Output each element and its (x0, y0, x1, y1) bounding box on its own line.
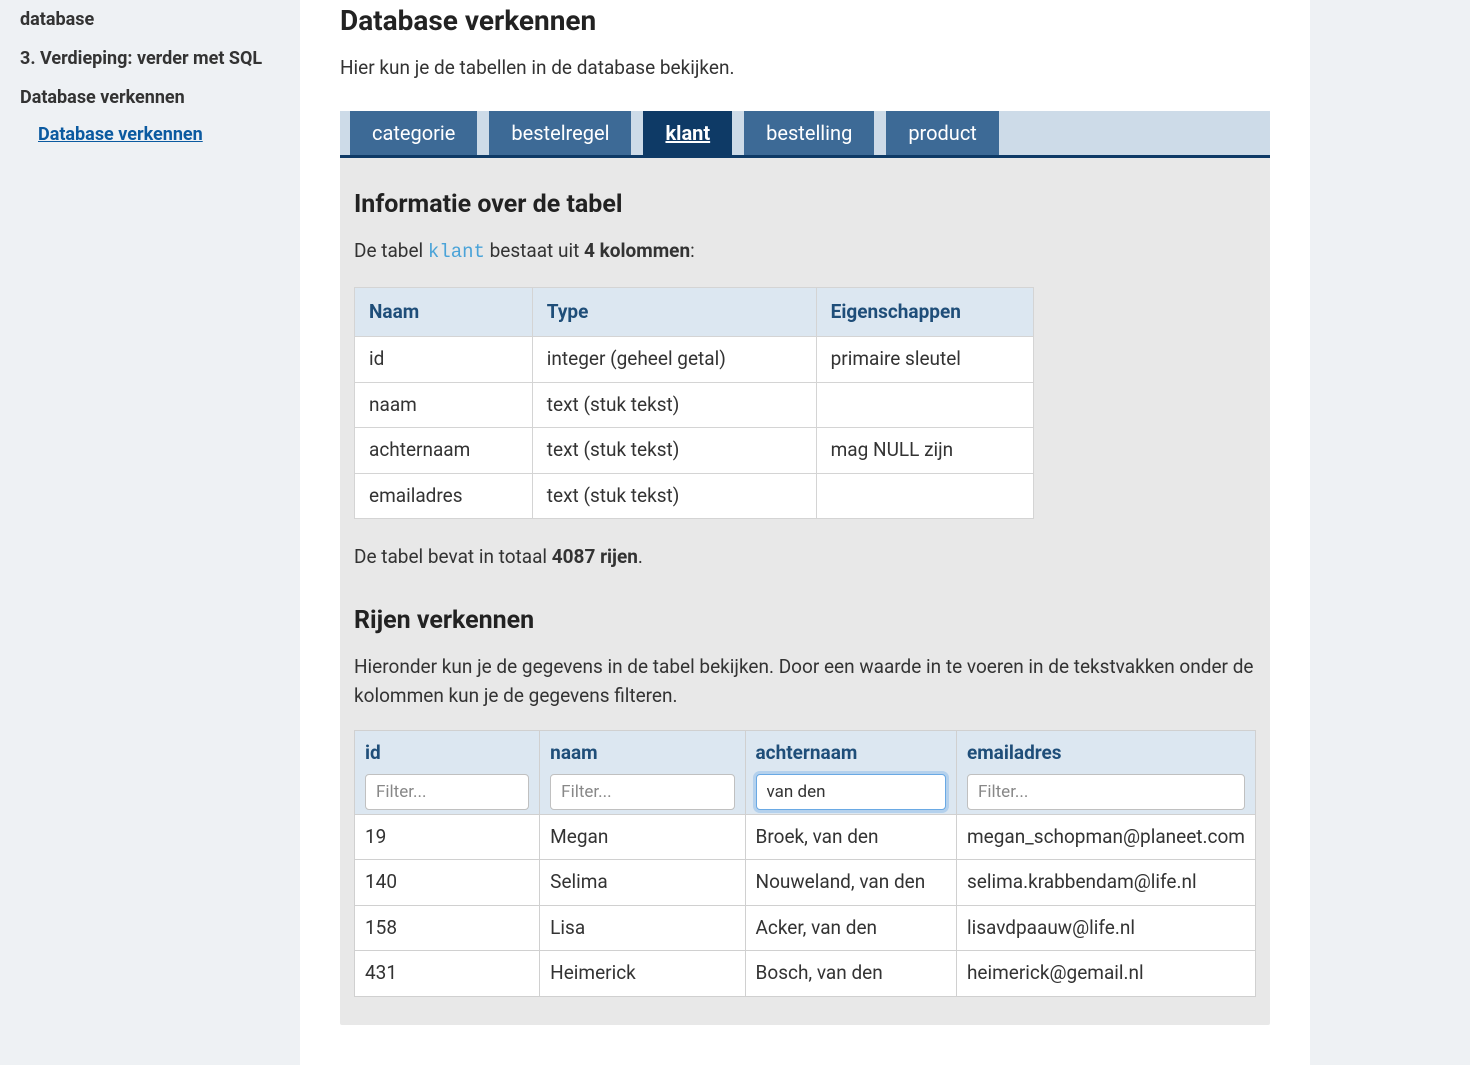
data-header-label: id (365, 741, 381, 764)
data-cell-achternaam: Broek, van den (745, 814, 956, 860)
tab-bestelregel[interactable]: bestelregel (489, 111, 631, 155)
schema-cell-eig (816, 382, 1033, 428)
sidebar: database 3. Verdieping: verder met SQL D… (0, 0, 300, 1065)
info-text-mid: bestaat uit (485, 239, 584, 262)
schema-row: id integer (geheel getal) primaire sleut… (355, 337, 1034, 383)
data-cell-id: 158 (355, 905, 540, 951)
filter-input-naam[interactable] (550, 774, 734, 810)
schema-row: emailadres text (stuk tekst) (355, 473, 1034, 519)
schema-cell-type: integer (geheel getal) (532, 337, 816, 383)
data-row: 19 Megan Broek, van den megan_schopman@p… (355, 814, 1256, 860)
schema-cell-eig: mag NULL zijn (816, 428, 1033, 474)
schema-header-eigenschappen: Eigenschappen (816, 287, 1033, 337)
schema-cell-naam: emailadres (355, 473, 533, 519)
filter-input-emailadres[interactable] (967, 774, 1245, 810)
data-cell-naam: Selima (540, 860, 745, 906)
schema-cell-type: text (stuk tekst) (532, 382, 816, 428)
data-cell-id: 140 (355, 860, 540, 906)
filter-input-id[interactable] (365, 774, 529, 810)
schema-header-naam: Naam (355, 287, 533, 337)
data-row: 158 Lisa Acker, van den lisavdpaauw@life… (355, 905, 1256, 951)
right-gutter (1310, 0, 1470, 1065)
data-cell-achternaam: Nouweland, van den (745, 860, 956, 906)
data-cell-emailadres: lisavdpaauw@life.nl (956, 905, 1255, 951)
sidebar-link-database-verkennen[interactable]: Database verkennen (38, 117, 203, 152)
schema-row: naam text (stuk tekst) (355, 382, 1034, 428)
data-cell-achternaam: Acker, van den (745, 905, 956, 951)
schema-row: achternaam text (stuk tekst) mag NULL zi… (355, 428, 1034, 474)
data-header-id: id (355, 731, 540, 815)
tabs-bar: categorie bestelregel klant bestelling p… (340, 111, 1270, 158)
filter-input-achternaam[interactable] (756, 774, 946, 810)
schema-cell-eig: primaire sleutel (816, 337, 1033, 383)
rowcount-prefix: De tabel bevat in totaal (354, 545, 552, 568)
tab-product[interactable]: product (886, 111, 999, 155)
data-cell-id: 19 (355, 814, 540, 860)
data-header-naam: naam (540, 731, 745, 815)
info-text-suffix: : (690, 239, 695, 262)
schema-cell-eig (816, 473, 1033, 519)
data-cell-emailadres: selima.krabbendam@life.nl (956, 860, 1255, 906)
rowcount-suffix: . (638, 545, 643, 568)
info-heading: Informatie over de tabel (354, 186, 1256, 224)
sidebar-item-verdieping[interactable]: 3. Verdieping: verder met SQL (20, 39, 280, 78)
page-intro: Hier kun je de tabellen in de database b… (340, 54, 1270, 83)
explore-intro: Hieronder kun je de gegevens in de tabel… (354, 653, 1256, 710)
data-header-achternaam: achternaam (745, 731, 956, 815)
data-cell-naam: Heimerick (540, 951, 745, 997)
sidebar-item-database[interactable]: database (20, 0, 280, 39)
data-table: id naam (354, 730, 1256, 997)
tab-categorie[interactable]: categorie (350, 111, 477, 155)
data-row: 140 Selima Nouweland, van den selima.kra… (355, 860, 1256, 906)
data-row: 431 Heimerick Bosch, van den heimerick@g… (355, 951, 1256, 997)
schema-cell-type: text (stuk tekst) (532, 428, 816, 474)
schema-cell-naam: naam (355, 382, 533, 428)
data-cell-id: 431 (355, 951, 540, 997)
info-table-name: klant (428, 241, 485, 263)
schema-cell-type: text (stuk tekst) (532, 473, 816, 519)
schema-header-type: Type (532, 287, 816, 337)
main-content: Database verkennen Hier kun je de tabell… (300, 0, 1310, 1065)
explore-heading: Rijen verkennen (354, 602, 1256, 640)
data-cell-naam: Lisa (540, 905, 745, 951)
data-cell-emailadres: megan_schopman@planeet.com (956, 814, 1255, 860)
schema-table: Naam Type Eigenschappen id integer (gehe… (354, 287, 1034, 520)
data-header-label: achternaam (756, 741, 858, 764)
data-header-label: emailadres (967, 741, 1062, 764)
database-panel: categorie bestelregel klant bestelling p… (340, 111, 1270, 1025)
schema-cell-naam: id (355, 337, 533, 383)
info-text-prefix: De tabel (354, 239, 428, 262)
rowcount-value: 4087 rijen (552, 545, 638, 568)
data-cell-naam: Megan (540, 814, 745, 860)
tab-klant[interactable]: klant (643, 111, 732, 155)
info-column-count: 4 kolommen (584, 239, 690, 262)
page-title: Database verkennen (340, 0, 1270, 42)
info-text: De tabel klant bestaat uit 4 kolommen: (354, 237, 1256, 267)
data-header-label: naam (550, 741, 597, 764)
tab-bestelling[interactable]: bestelling (744, 111, 874, 155)
sidebar-item-verkennen[interactable]: Database verkennen (20, 78, 280, 117)
data-cell-achternaam: Bosch, van den (745, 951, 956, 997)
schema-cell-naam: achternaam (355, 428, 533, 474)
data-header-emailadres: emailadres (956, 731, 1255, 815)
data-cell-emailadres: heimerick@gemail.nl (956, 951, 1255, 997)
rowcount-text: De tabel bevat in totaal 4087 rijen. (354, 543, 1256, 572)
